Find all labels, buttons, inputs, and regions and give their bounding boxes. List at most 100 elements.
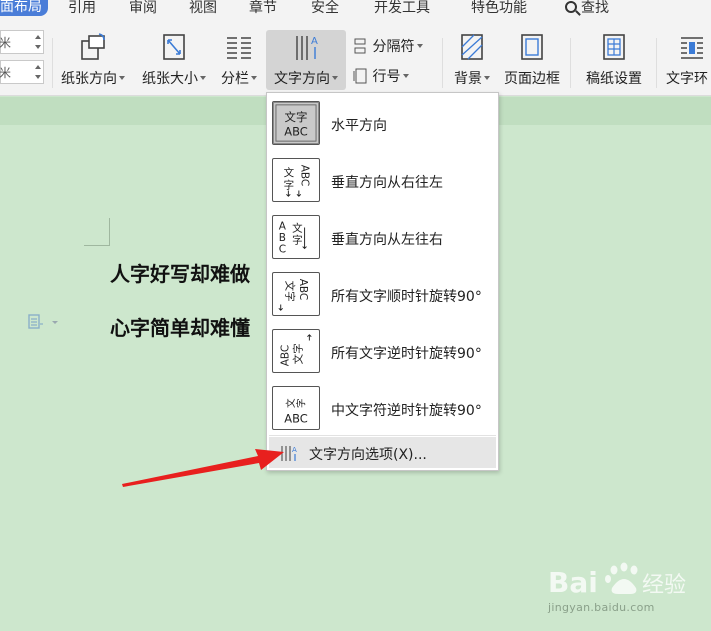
cjk-rotate-ccw-text-icon: 文 字 ABC <box>272 386 320 430</box>
text-direction-icon: A <box>296 36 318 60</box>
document-line-2[interactable]: 心字简单却难懂 <box>110 312 250 341</box>
menu-item-cjk-rotate-ccw[interactable]: 文 字 ABC 中文字符逆时针旋转90° <box>267 380 498 437</box>
tab-page-layout[interactable]: 面布局 <box>0 0 48 16</box>
svg-text:字: 字 <box>284 179 295 192</box>
svg-text:A: A <box>311 36 318 47</box>
menu-item-vertical-ltr[interactable]: A B C 文 字 垂直方向从左往右 <box>267 209 498 266</box>
watermark-url: jingyan.baidu.com <box>548 601 655 614</box>
separator-icon <box>354 38 366 54</box>
svg-text:B: B <box>279 232 286 244</box>
chevron-down-icon <box>119 76 125 80</box>
menu-item-cjk-rotate-ccw-label: 中文字符逆时针旋转90° <box>331 403 482 419</box>
svg-text:文: 文 <box>285 398 297 408</box>
chevron-down-icon <box>484 76 490 80</box>
line-number-label: 行号 <box>372 69 401 85</box>
search-tab-label: 查找 <box>581 0 609 16</box>
paper-orientation-label: 纸张方向 <box>56 68 130 88</box>
horizontal-text-icon: 文字 ABC <box>272 101 320 145</box>
margin-spinner-top[interactable]: 米 <box>0 30 44 54</box>
tab-chapter[interactable]: 章节 <box>249 0 277 16</box>
svg-text:Bai: Bai <box>548 566 598 599</box>
background-icon <box>461 34 483 60</box>
menu-item-rotate-cw[interactable]: ABC 文字 所有文字顺时针旋转90° <box>267 266 498 323</box>
background-button[interactable]: 背景 <box>448 16 496 96</box>
svg-text:文字: 文字 <box>292 343 305 364</box>
svg-text:A: A <box>279 220 287 232</box>
columns-icon <box>227 37 251 59</box>
chevron-down-icon <box>417 44 424 48</box>
ribbon-divider <box>52 38 53 88</box>
menu-item-horizontal[interactable]: 文字 ABC 水平方向 <box>267 95 498 152</box>
line-number-button[interactable]: 行号 <box>352 66 410 86</box>
paper-size-label: 纸张大小 <box>137 68 211 88</box>
margin-spinner-bottom[interactable]: 米 <box>0 60 44 84</box>
rotate-ccw-text-icon: ABC 文字 <box>272 329 320 373</box>
svg-text:经验: 经验 <box>642 573 686 598</box>
icon-text-en: ABC <box>284 124 307 138</box>
menu-item-text-direction-options[interactable]: A 文字方向选项(X)... <box>269 437 496 468</box>
menu-item-horizontal-label: 水平方向 <box>331 118 387 134</box>
line-number-icon <box>353 68 367 84</box>
paper-size-icon <box>163 34 185 60</box>
svg-text:C: C <box>279 243 286 255</box>
ribbon-divider <box>656 38 657 88</box>
tab-special-features[interactable]: 特色功能 <box>471 0 527 16</box>
svg-text:字: 字 <box>296 398 308 408</box>
document-line-1[interactable]: 人字好写却难做 <box>110 258 250 287</box>
chevron-down-icon <box>251 76 257 80</box>
svg-text:ABC: ABC <box>279 345 291 367</box>
search-tab[interactable]: 查找 <box>565 0 609 16</box>
search-icon <box>565 1 577 13</box>
text-direction-options-label: 文字方向选项(X)... <box>309 447 427 463</box>
ribbon-divider <box>570 38 571 88</box>
tab-references[interactable]: 引用 <box>68 0 96 16</box>
margin-spinner-top-value: 米 <box>0 36 12 50</box>
tab-view[interactable]: 视图 <box>189 0 217 16</box>
background-label: 背景 <box>448 68 496 88</box>
paper-orientation-button[interactable]: 纸张方向 <box>56 16 130 96</box>
svg-text:字: 字 <box>292 234 303 247</box>
manuscript-settings-button[interactable]: 稿纸设置 <box>578 16 650 96</box>
page-border-button[interactable]: 页面边框 <box>500 16 564 96</box>
svg-text:ABC: ABC <box>284 411 307 425</box>
svg-text:A: A <box>292 446 297 454</box>
chevron-down-icon <box>403 74 410 78</box>
manuscript-settings-label: 稿纸设置 <box>586 71 642 87</box>
menu-item-vertical-ltr-label: 垂直方向从左往右 <box>331 232 443 248</box>
menu-divider <box>269 435 496 436</box>
columns-button[interactable]: 分栏 <box>216 16 262 96</box>
tab-security[interactable]: 安全 <box>311 0 339 16</box>
menu-item-rotate-ccw[interactable]: ABC 文字 所有文字逆时针旋转90° <box>267 323 498 380</box>
tab-developer-tools[interactable]: 开发工具 <box>374 0 430 16</box>
vertical-rtl-text-icon: ABC 文 字 <box>272 158 320 202</box>
margin-spinner-bottom-value: 米 <box>0 66 12 80</box>
spinner-up-icon[interactable] <box>35 35 41 39</box>
svg-text:文: 文 <box>292 221 303 234</box>
text-wrap-label: 文字环 <box>666 71 708 87</box>
tab-review[interactable]: 审阅 <box>129 0 157 16</box>
spinner-up-icon[interactable] <box>35 65 41 69</box>
text-direction-label: 文字方向 <box>266 68 346 88</box>
separator-button[interactable]: 分隔符 <box>352 36 424 56</box>
chevron-down-icon <box>200 76 206 80</box>
text-wrap-button[interactable]: 文字环 <box>662 16 711 96</box>
menu-item-vertical-rtl[interactable]: ABC 文 字 垂直方向从右往左 <box>267 152 498 209</box>
ribbon-divider <box>442 38 443 88</box>
text-direction-dropdown: 文字 ABC 水平方向 ABC 文 字 垂直方向从右往左 A B C 文 字 垂… <box>266 92 499 471</box>
text-direction-button[interactable]: A 文字方向 <box>266 30 346 90</box>
annotation-arrow-icon <box>122 449 284 487</box>
text-wrap-icon <box>681 37 703 59</box>
page-border-label: 页面边框 <box>504 71 560 87</box>
svg-text:ABC: ABC <box>299 165 311 187</box>
page-border-icon <box>521 34 543 60</box>
separator-label: 分隔符 <box>372 39 415 55</box>
menu-item-rotate-ccw-label: 所有文字逆时针旋转90° <box>331 346 482 362</box>
paragraph-layout-icon[interactable] <box>28 314 64 330</box>
spinner-down-icon[interactable] <box>35 45 41 49</box>
ribbon-toolbar: 米 米 纸张方向 纸张大小 分栏 A 文字方向 分隔符 行号 背景 页面边框 稿… <box>0 16 711 96</box>
columns-label: 分栏 <box>216 68 262 88</box>
spinner-down-icon[interactable] <box>35 75 41 79</box>
manuscript-grid-icon <box>603 34 625 60</box>
rotate-cw-text-icon: ABC 文字 <box>272 272 320 316</box>
paper-size-button[interactable]: 纸张大小 <box>137 16 211 96</box>
